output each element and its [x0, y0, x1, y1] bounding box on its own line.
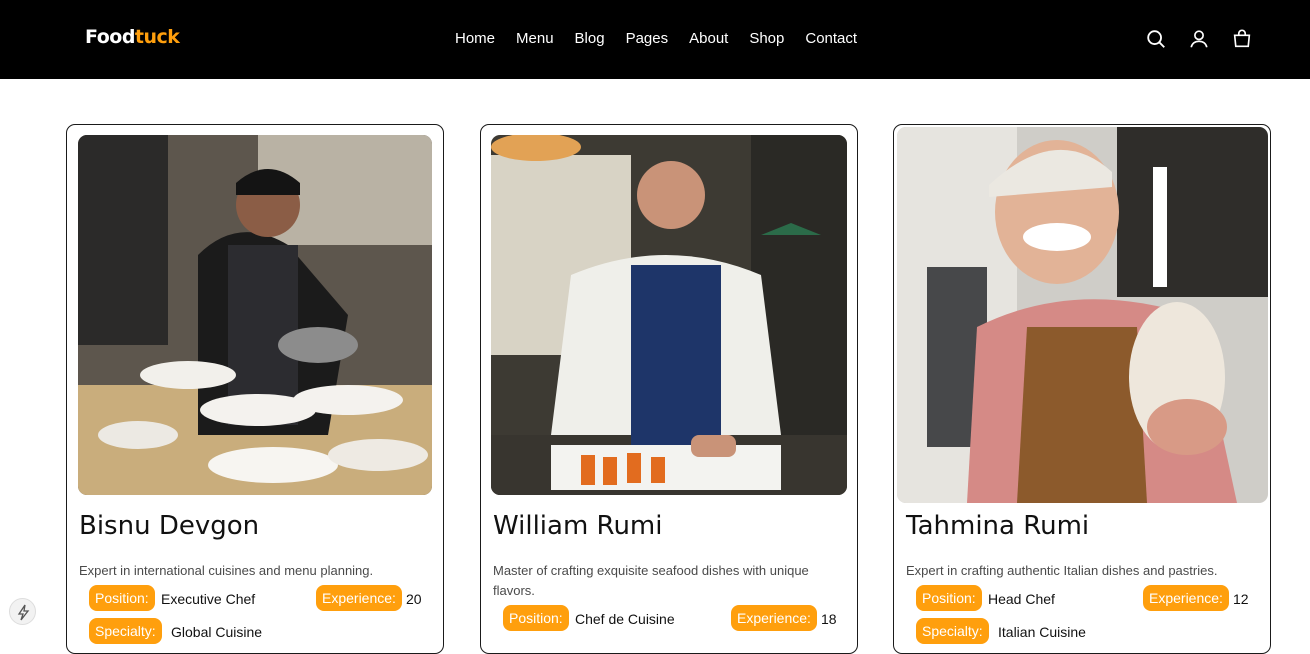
experience-badge: Experience: — [731, 605, 817, 631]
search-icon[interactable] — [1145, 28, 1167, 50]
position-value: Chef de Cuisine — [575, 611, 675, 627]
nav-about[interactable]: About — [689, 30, 728, 47]
chef-card-2[interactable]: William Rumi Master of crafting exquisit… — [480, 124, 858, 654]
chef-info-row: Specialty: Italian Cuisine — [916, 618, 1256, 644]
nav-blog[interactable]: Blog — [575, 30, 605, 47]
nav-shop[interactable]: Shop — [749, 30, 784, 47]
chef-photo-2 — [491, 135, 847, 495]
chef-description: Master of crafting exquisite seafood dis… — [493, 563, 809, 598]
chef-description: Expert in crafting authentic Italian dis… — [906, 563, 1218, 578]
specialty-badge: Specialty: — [916, 618, 989, 644]
chef-photo-1 — [78, 135, 432, 495]
position-value: Head Chef — [988, 591, 1055, 607]
shopping-bag-icon[interactable] — [1231, 28, 1253, 50]
header-icons — [1145, 28, 1274, 50]
logo-part-food: Food — [85, 26, 135, 48]
logo-part-tuck: tuck — [134, 26, 180, 48]
site-header: Foodtuck Home Menu Blog Pages About Shop… — [0, 0, 1310, 79]
nav-contact[interactable]: Contact — [805, 30, 857, 47]
nav-menu[interactable]: Menu — [516, 30, 554, 47]
experience-value: 18 — [821, 611, 837, 627]
chef-info-row: Specialty: Global Cuisine — [89, 618, 429, 644]
experience-value: 12 — [1233, 591, 1249, 607]
position-badge: Position: — [916, 585, 982, 611]
devtools-indicator[interactable] — [9, 598, 36, 625]
chef-name: Tahmina Rumi — [906, 511, 1090, 541]
chef-info-row: Position: Chef de Cuisine Experience: 18 — [503, 605, 843, 631]
nav-pages[interactable]: Pages — [626, 30, 669, 47]
position-badge: Position: — [503, 605, 569, 631]
chef-photo-3 — [897, 127, 1268, 503]
user-icon[interactable] — [1188, 28, 1210, 50]
chef-info-row: Position: Head Chef Experience: 12 — [916, 585, 1256, 611]
specialty-value: Italian Cuisine — [998, 624, 1086, 640]
nav-home[interactable]: Home — [455, 30, 495, 47]
chef-description: Expert in international cuisines and men… — [79, 563, 374, 578]
specialty-value: Global Cuisine — [171, 624, 263, 640]
experience-badge: Experience: — [316, 585, 402, 611]
chef-card-1[interactable]: Bisnu Devgon Expert in international cui… — [66, 124, 444, 654]
position-badge: Position: — [89, 585, 155, 611]
position-value: Executive Chef — [161, 591, 256, 607]
logo[interactable]: Foodtuck — [85, 26, 180, 48]
specialty-badge: Specialty: — [89, 618, 162, 644]
experience-badge: Experience: — [1143, 585, 1229, 611]
main-nav: Home Menu Blog Pages About Shop Contact — [455, 30, 878, 47]
chef-info-row: Position: Executive Chef Experience: 20 — [89, 585, 429, 611]
chef-card-3[interactable]: Tahmina Rumi Expert in crafting authenti… — [893, 124, 1271, 654]
lightning-icon — [17, 604, 30, 621]
experience-value: 20 — [406, 591, 422, 607]
chef-name: Bisnu Devgon — [79, 511, 260, 541]
chef-name: William Rumi — [493, 511, 663, 541]
